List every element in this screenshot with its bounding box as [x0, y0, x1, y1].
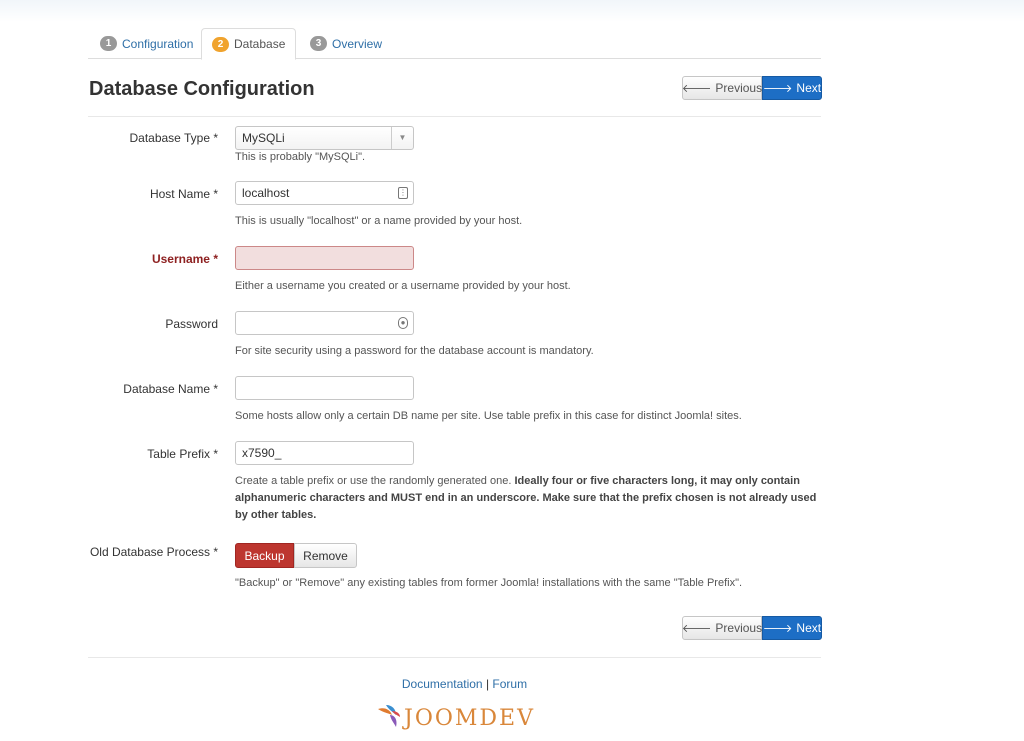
password-label: Password	[165, 317, 218, 331]
key-icon[interactable]: ●	[398, 317, 408, 329]
host-name-help: This is usually "localhost" or a name pr…	[235, 215, 523, 227]
previous-label: Previous	[715, 81, 763, 95]
previous-button[interactable]: 🡐 Previous	[682, 616, 762, 640]
table-prefix-label: Table Prefix *	[147, 447, 218, 461]
documentation-link[interactable]: Documentation	[402, 677, 483, 691]
step-tabs: 1 Configuration 2 Database 3 Overview	[88, 28, 821, 60]
page-title: Database Configuration	[89, 78, 315, 100]
caret-down-icon: ▼	[391, 127, 413, 149]
tab-database[interactable]: 2 Database	[201, 28, 297, 60]
old-db-process-help: "Backup" or "Remove" any existing tables…	[235, 577, 743, 589]
logo-text: JOOMDEV	[404, 705, 536, 731]
db-type-help: This is probably "MySQLi".	[235, 151, 366, 163]
username-help: Either a username you created or a usern…	[235, 280, 571, 292]
step-number-badge: 1	[100, 36, 117, 51]
tab-label: Database	[234, 37, 286, 51]
step-number-badge: 2	[212, 36, 229, 52]
forum-link[interactable]: Forum	[492, 677, 527, 691]
table-prefix-help-text: Create a table prefix or use the randoml…	[235, 475, 512, 487]
arrow-left-icon: 🡐	[681, 623, 712, 635]
remove-button[interactable]: Remove	[294, 543, 357, 568]
tab-configuration[interactable]: 1 Configuration	[90, 28, 203, 59]
browser-top-strip	[0, 0, 1024, 22]
backup-button[interactable]: Backup	[235, 543, 294, 568]
arrow-left-icon: 🡐	[681, 83, 712, 95]
autofill-icon[interactable]: ⋮	[398, 187, 408, 199]
next-button[interactable]: 🡒 Next	[762, 616, 822, 640]
divider	[88, 657, 821, 658]
tab-label: Configuration	[122, 36, 194, 51]
old-db-process-toggle: Backup Remove	[235, 543, 357, 568]
db-type-label: Database Type *	[129, 131, 218, 145]
database-name-input[interactable]	[235, 376, 414, 400]
next-label: Next	[796, 621, 822, 635]
tab-label: Overview	[332, 36, 383, 51]
arrow-right-icon: 🡒	[762, 83, 793, 95]
tab-overview[interactable]: 3 Overview	[300, 28, 392, 59]
host-name-value: localhost	[242, 186, 290, 200]
step-number-badge: 3	[310, 36, 327, 51]
db-type-value: MySQLi	[242, 131, 285, 145]
host-name-label: Host Name *	[149, 187, 218, 201]
bottom-nav-buttons: 🡐 Previous 🡒 Next	[682, 616, 822, 640]
arrow-right-icon: 🡒	[762, 623, 793, 635]
table-prefix-input[interactable]: x7590_	[235, 441, 414, 465]
db-type-select[interactable]: MySQLi ▼	[235, 126, 414, 150]
password-input[interactable]: ●	[235, 311, 414, 335]
top-nav-buttons: 🡐 Previous 🡒 Next	[682, 76, 822, 100]
table-prefix-help: Create a table prefix or use the randoml…	[235, 473, 825, 524]
divider	[88, 116, 821, 117]
username-input[interactable]	[235, 246, 414, 270]
footer-links: Documentation | Forum	[0, 677, 929, 691]
password-help: For site security using a password for t…	[235, 345, 594, 357]
logo-bird-icon	[378, 705, 400, 727]
host-name-input[interactable]: localhost ⋮	[235, 181, 414, 205]
joomdev-logo: JOOMDEV	[376, 702, 535, 734]
previous-button[interactable]: 🡐 Previous	[682, 76, 762, 100]
link-separator: |	[485, 677, 490, 691]
table-prefix-value: x7590_	[242, 446, 282, 460]
database-name-help: Some hosts allow only a certain DB name …	[235, 410, 742, 422]
next-label: Next	[796, 81, 822, 95]
username-label: Username *	[151, 252, 218, 266]
previous-label: Previous	[715, 621, 763, 635]
database-name-label: Database Name *	[123, 382, 218, 396]
old-db-process-label: Old Database Process *	[89, 545, 218, 559]
next-button[interactable]: 🡒 Next	[762, 76, 822, 100]
